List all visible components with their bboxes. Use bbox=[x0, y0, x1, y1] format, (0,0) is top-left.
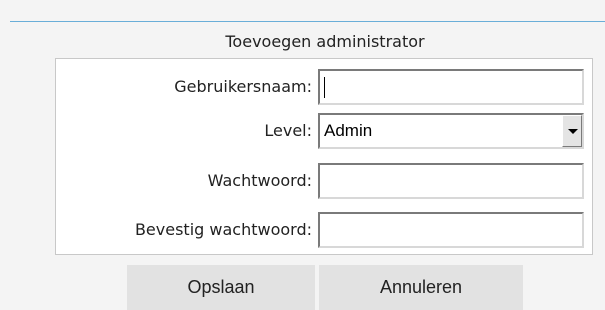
username-input[interactable] bbox=[318, 69, 584, 105]
form-title: Toevoegen administrator bbox=[225, 32, 425, 51]
level-select-value: Admin bbox=[324, 121, 373, 140]
text-caret bbox=[324, 77, 325, 98]
save-button[interactable]: Opslaan bbox=[127, 265, 315, 310]
level-select[interactable]: Admin bbox=[318, 113, 584, 149]
cancel-button[interactable]: Annuleren bbox=[319, 265, 523, 310]
chevron-down-icon[interactable] bbox=[562, 115, 582, 147]
password-row: Wachtwoord: bbox=[0, 162, 605, 200]
top-band bbox=[0, 0, 605, 22]
username-row: Gebruikersnaam: bbox=[0, 68, 605, 106]
level-label: Level: bbox=[264, 121, 312, 140]
confirm-password-label: Bevestig wachtwoord: bbox=[134, 220, 312, 239]
username-label: Gebruikersnaam: bbox=[174, 77, 312, 96]
password-input[interactable] bbox=[318, 163, 584, 199]
header-divider bbox=[10, 21, 605, 22]
level-row: Level: Admin bbox=[0, 112, 605, 150]
confirm-password-row: Bevestig wachtwoord: bbox=[0, 211, 605, 249]
confirm-password-input[interactable] bbox=[318, 212, 584, 248]
password-label: Wachtwoord: bbox=[207, 171, 312, 190]
